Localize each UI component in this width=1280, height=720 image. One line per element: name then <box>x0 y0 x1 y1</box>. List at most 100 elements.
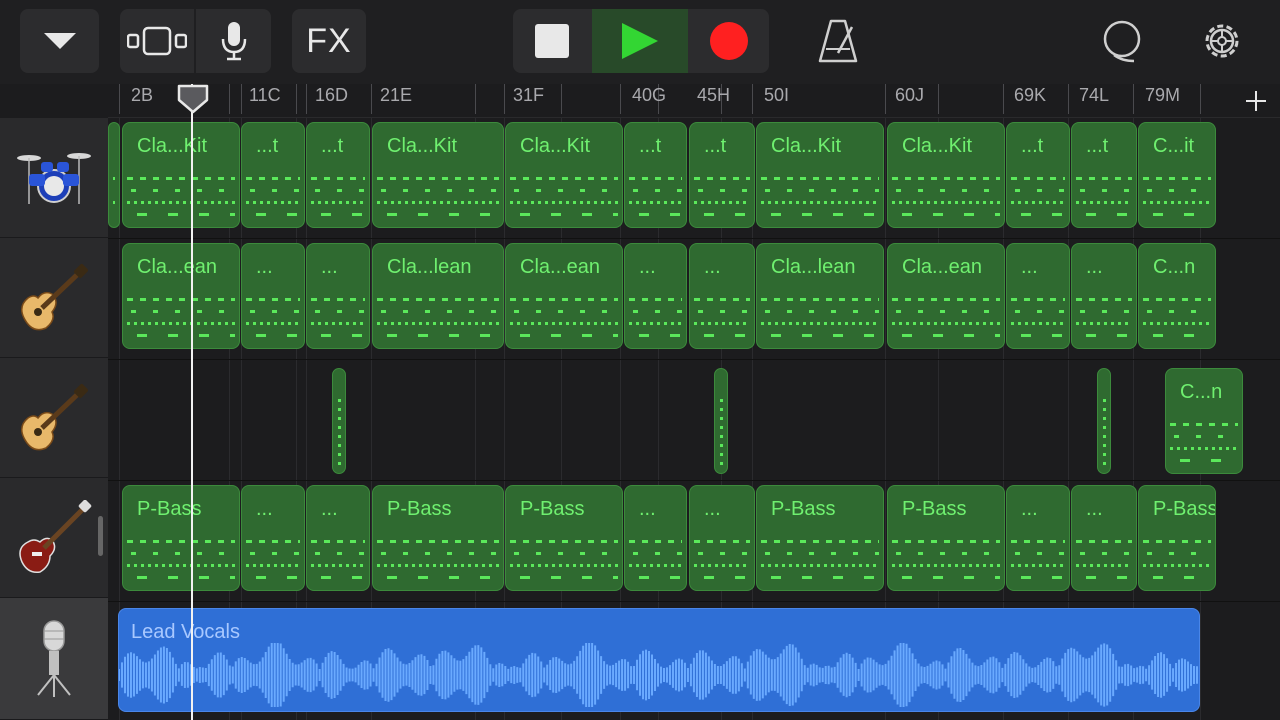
region-name: ... <box>256 256 273 278</box>
track-resize-handle[interactable] <box>98 516 103 556</box>
region-name: Lead Vocals <box>131 621 240 643</box>
midi-region[interactable]: ...t <box>1006 122 1070 228</box>
region-name: Cla...ean <box>137 256 218 278</box>
loop-browser-button[interactable] <box>1090 9 1154 73</box>
record-icon <box>710 22 748 60</box>
fx-button[interactable]: FX <box>292 9 366 73</box>
region-name: ...t <box>639 135 662 157</box>
midi-region[interactable]: ... <box>241 243 305 349</box>
midi-notes <box>717 399 725 469</box>
metronome-icon <box>818 19 858 63</box>
midi-region[interactable]: C...n <box>1165 368 1243 474</box>
ruler-marker-label: 79M <box>1145 85 1181 105</box>
region-name: ...t <box>256 135 279 157</box>
microphone-icon <box>37 619 71 697</box>
ruler-marker-label: 31F <box>513 85 545 105</box>
region-name: P-Bass <box>387 498 452 520</box>
midi-region[interactable]: P-Bass <box>505 485 623 591</box>
plus-icon <box>1246 91 1266 111</box>
add-section-button[interactable] <box>1232 84 1280 118</box>
track-header-guitar-2[interactable] <box>0 358 108 478</box>
midi-notes <box>1143 532 1211 584</box>
midi-region[interactable]: P-Bass <box>372 485 504 591</box>
timeline-ruler[interactable]: 2B 11C 16D 21E 31F 40G 45H 50I 60J 69K 74L 79M <box>108 84 1280 118</box>
midi-region[interactable]: ...t <box>1071 122 1137 228</box>
midi-region[interactable] <box>1097 368 1111 474</box>
midi-region[interactable]: ...t <box>624 122 687 228</box>
track-header-bass[interactable] <box>0 478 108 598</box>
midi-region[interactable]: ... <box>689 243 755 349</box>
track-header-guitar-1[interactable] <box>0 238 108 358</box>
midi-region[interactable]: Cla...Kit <box>756 122 884 228</box>
track-lane-bass: P-Bass...... P-Bass P-Bass...... P-Bass P-Ba… <box>108 481 1280 602</box>
midi-region[interactable] <box>108 122 120 228</box>
settings-button[interactable] <box>1190 9 1254 73</box>
region-name: ... <box>639 256 656 278</box>
ruler-marker-label: 16D <box>315 85 349 105</box>
metronome-button[interactable] <box>806 9 870 73</box>
arrange-area[interactable]: Cla...Kit ...t ...t Cla...Kit Cla...Kit ...t.… <box>108 118 1280 720</box>
midi-region[interactable]: ...t <box>241 122 305 228</box>
track-header-drums[interactable] <box>0 118 108 238</box>
midi-region[interactable] <box>714 368 728 474</box>
midi-region[interactable]: C...it <box>1138 122 1216 228</box>
midi-region[interactable]: Cla...lean <box>372 243 504 349</box>
midi-region[interactable]: P-Bass <box>756 485 884 591</box>
region-name: P-Bass <box>902 498 967 520</box>
midi-region[interactable]: ... <box>306 485 370 591</box>
midi-notes <box>311 169 365 221</box>
midi-region[interactable]: Cla...Kit <box>505 122 623 228</box>
ruler-tick <box>1133 84 1134 114</box>
midi-region[interactable]: Cla...lean <box>756 243 884 349</box>
midi-region[interactable]: P-Bass <box>122 485 240 591</box>
midi-region[interactable] <box>332 368 346 474</box>
region-name: ... <box>321 498 338 520</box>
stop-button[interactable] <box>513 9 591 73</box>
midi-region[interactable]: Cla...ean <box>887 243 1005 349</box>
midi-region[interactable]: ... <box>1071 485 1137 591</box>
midi-notes <box>127 290 235 342</box>
midi-region[interactable]: ... <box>689 485 755 591</box>
midi-region[interactable]: P-Bass <box>1138 485 1216 591</box>
record-button[interactable] <box>689 9 769 73</box>
region-name: Cla...Kit <box>520 135 591 157</box>
midi-region[interactable]: ...t <box>689 122 755 228</box>
tracks-view-icon <box>127 26 187 56</box>
ruler-tick <box>620 84 621 114</box>
region-name: ...t <box>704 135 727 157</box>
midi-region[interactable]: ... <box>624 485 687 591</box>
midi-notes <box>761 169 879 221</box>
midi-region[interactable]: Cla...ean <box>505 243 623 349</box>
midi-region[interactable]: Cla...Kit <box>122 122 240 228</box>
track-header-vocals[interactable] <box>0 598 108 720</box>
tracks-view-button[interactable] <box>120 9 194 73</box>
waveform <box>119 643 1199 707</box>
midi-region[interactable]: ... <box>1071 243 1137 349</box>
my-songs-menu-button[interactable] <box>20 9 99 73</box>
ruler-tick <box>306 84 307 114</box>
midi-region[interactable]: ...t <box>306 122 370 228</box>
ruler-tick <box>241 84 242 114</box>
ruler-tick <box>504 84 505 114</box>
electric-guitar-icon <box>21 263 88 330</box>
midi-region[interactable]: ... <box>1006 243 1070 349</box>
midi-region[interactable]: C...n <box>1138 243 1216 349</box>
midi-notes <box>694 532 750 584</box>
midi-notes <box>1011 169 1065 221</box>
midi-region[interactable]: Cla...Kit <box>887 122 1005 228</box>
midi-notes <box>1170 415 1238 467</box>
midi-region[interactable]: ... <box>306 243 370 349</box>
playhead-handle[interactable] <box>177 84 209 114</box>
midi-region[interactable]: Cla...Kit <box>372 122 504 228</box>
play-button[interactable] <box>592 9 688 73</box>
region-name: Cla...ean <box>902 256 983 278</box>
midi-region[interactable]: ... <box>241 485 305 591</box>
input-button[interactable] <box>196 9 271 73</box>
midi-notes <box>892 169 1000 221</box>
midi-notes <box>113 169 115 221</box>
midi-region[interactable]: ... <box>1006 485 1070 591</box>
audio-region[interactable]: Lead Vocals <box>118 608 1200 712</box>
midi-region[interactable]: ... <box>624 243 687 349</box>
midi-region[interactable]: Cla...ean <box>122 243 240 349</box>
midi-region[interactable]: P-Bass <box>887 485 1005 591</box>
